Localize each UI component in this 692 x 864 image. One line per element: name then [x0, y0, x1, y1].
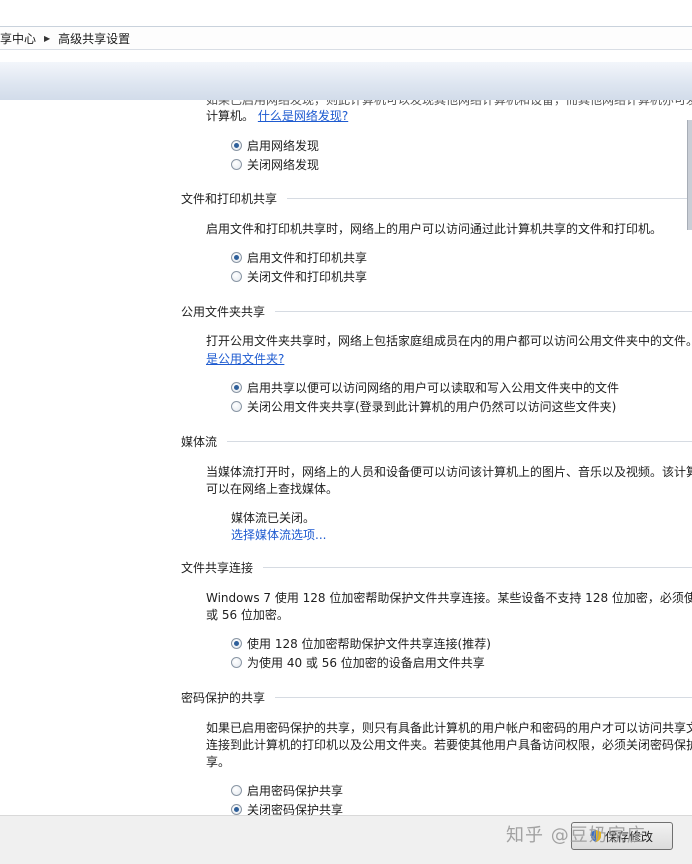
- choose-media-streaming-options-link[interactable]: 选择媒体流选项...: [231, 526, 326, 543]
- radio-disable-network-discovery[interactable]: 关闭网络发现: [231, 156, 319, 173]
- radio-label: 启用网络发现: [247, 139, 320, 153]
- radio-button-icon[interactable]: [231, 382, 242, 393]
- radio-button-icon[interactable]: [231, 140, 242, 151]
- radio-button-icon[interactable]: [231, 159, 242, 170]
- section-password-protected-sharing: 密码保护的共享: [181, 689, 692, 705]
- public-folder-link-row: 是公用文件夹?: [206, 351, 284, 368]
- network-discovery-desc-text: 计算机。: [206, 109, 255, 123]
- radio-disable-file-printer-sharing[interactable]: 关闭文件和打印机共享: [231, 268, 367, 285]
- section-title: 密码保护的共享: [181, 690, 266, 705]
- section-divider: [275, 696, 692, 698]
- section-divider: [275, 310, 692, 312]
- settings-content: 如果已启用网络发现，则此计算机可以发现其他网络计算机和设备，而其他网络计算机亦可…: [0, 100, 692, 815]
- section-public-folder-sharing: 公用文件夹共享: [181, 303, 692, 319]
- radio-button-icon[interactable]: [231, 638, 242, 649]
- radio-label: 关闭文件和打印机共享: [247, 270, 368, 284]
- radio-enable-file-printer-sharing[interactable]: 启用文件和打印机共享: [231, 249, 367, 266]
- radio-disable-password-protection[interactable]: 关闭密码保护共享: [231, 801, 343, 815]
- section-title: 公用文件夹共享: [181, 304, 266, 319]
- section-divider: [263, 566, 692, 568]
- section-title: 文件共享连接: [181, 560, 254, 575]
- radio-enable-password-protection[interactable]: 启用密码保护共享: [231, 782, 343, 799]
- section-media-streaming: 媒体流: [181, 433, 692, 449]
- radio-label: 关闭密码保护共享: [247, 803, 344, 815]
- network-discovery-desc: 计算机。 什么是网络发现?: [206, 108, 348, 125]
- section-title: 文件和打印机共享: [181, 191, 278, 206]
- radio-disable-public-folder-sharing[interactable]: 关闭公用文件夹共享(登录到此计算机的用户仍然可以访问这些文件夹): [231, 398, 616, 415]
- radio-button-icon[interactable]: [231, 252, 242, 263]
- radio-label: 关闭网络发现: [247, 158, 320, 172]
- file-printer-desc: 启用文件和打印机共享时，网络上的用户可以访问通过此计算机共享的文件和打印机。: [206, 222, 663, 236]
- section-divider: [227, 440, 692, 442]
- media-streaming-desc-2: 可以在网络上查找媒体。: [206, 482, 339, 496]
- what-is-public-folder-link[interactable]: 是公用文件夹?: [206, 352, 284, 366]
- command-bar: [0, 62, 692, 101]
- radio-button-icon[interactable]: [231, 271, 242, 282]
- section-divider: [287, 197, 692, 199]
- password-protected-desc-1: 如果已启用密码保护的共享，则只有具备此计算机的用户帐户和密码的用户才可以访问共享…: [206, 721, 692, 735]
- radio-128-bit-encryption[interactable]: 使用 128 位加密帮助保护文件共享连接(推荐): [231, 635, 491, 652]
- radio-button-icon[interactable]: [231, 401, 242, 412]
- radio-40-56-bit-encryption[interactable]: 为使用 40 或 56 位加密的设备启用文件共享: [231, 654, 485, 671]
- password-protected-desc-2: 连接到此计算机的打印机以及公用文件夹。若要使其他用户具备访问权限，必须关闭密码保…: [206, 738, 692, 752]
- what-is-network-discovery-link[interactable]: 什么是网络发现?: [258, 109, 348, 123]
- chevron-right-icon[interactable]: ▶: [44, 34, 50, 43]
- radio-label: 为使用 40 或 56 位加密的设备启用文件共享: [247, 656, 485, 670]
- watermark: 知乎 @豆奶家庄: [506, 825, 646, 846]
- media-streaming-status: 媒体流已关闭。: [231, 511, 316, 525]
- radio-label: 启用文件和打印机共享: [247, 251, 368, 265]
- radio-button-icon[interactable]: [231, 804, 242, 815]
- radio-label: 使用 128 位加密帮助保护文件共享连接(推荐): [247, 637, 491, 651]
- breadcrumb: 享中心 ▶ 高级共享设置: [0, 26, 692, 50]
- file-sharing-conn-desc-2: 或 56 位加密。: [206, 608, 289, 622]
- window-top-area: [0, 0, 692, 26]
- radio-enable-network-discovery[interactable]: 启用网络发现: [231, 137, 319, 154]
- breadcrumb-item-sharing-center[interactable]: 享中心: [0, 30, 36, 47]
- radio-button-icon[interactable]: [231, 657, 242, 668]
- radio-label: 启用共享以便可以访问网络的用户可以读取和写入公用文件夹中的文件: [247, 381, 620, 395]
- radio-button-icon[interactable]: [231, 785, 242, 796]
- public-folder-desc: 打开公用文件夹共享时，网络上包括家庭组成员在内的用户都可以访问公用文件夹中的文件…: [206, 334, 692, 348]
- breadcrumb-item-advanced-sharing[interactable]: 高级共享设置: [58, 30, 130, 47]
- radio-label: 关闭公用文件夹共享(登录到此计算机的用户仍然可以访问这些文件夹): [247, 400, 617, 414]
- section-file-sharing-connections: 文件共享连接: [181, 559, 692, 575]
- section-title: 媒体流: [181, 434, 218, 449]
- file-sharing-conn-desc-1: Windows 7 使用 128 位加密帮助保护文件共享连接。某些设备不支持 1…: [206, 591, 692, 605]
- radio-enable-public-folder-sharing[interactable]: 启用共享以便可以访问网络的用户可以读取和写入公用文件夹中的文件: [231, 379, 619, 396]
- password-protected-desc-3: 享。: [206, 755, 231, 769]
- section-file-printer-sharing: 文件和打印机共享: [181, 190, 692, 206]
- vertical-scrollbar[interactable]: [687, 120, 692, 230]
- radio-label: 启用密码保护共享: [247, 784, 344, 798]
- media-streaming-desc-1: 当媒体流打开时，网络上的人员和设备便可以访问该计算机上的图片、音乐以及视频。该计…: [206, 465, 692, 479]
